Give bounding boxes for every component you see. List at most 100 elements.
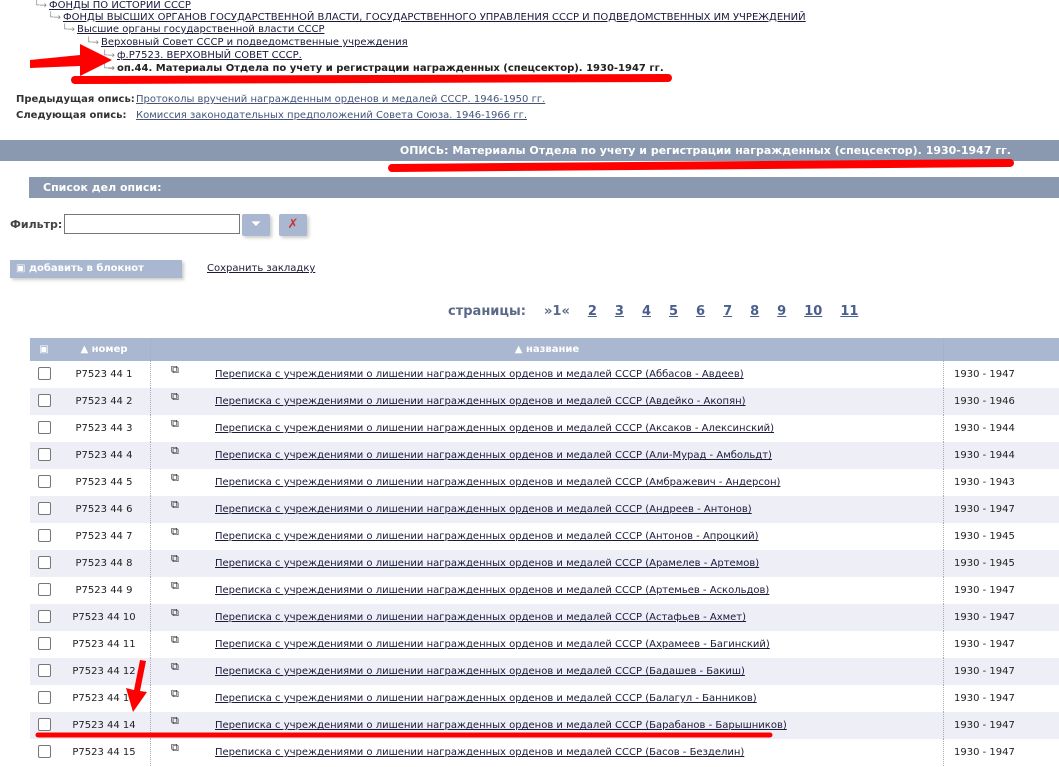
copy-icon[interactable]: ⧉ — [151, 390, 215, 404]
case-title-cell: ⧉ Переписка с учреждениями о лишении нагр… — [150, 604, 944, 631]
notebook-icon: ▣ — [39, 344, 49, 355]
page-link[interactable]: 6 — [696, 304, 705, 319]
sort-number-header[interactable]: ▲ номер — [58, 338, 151, 361]
next-inventory-link[interactable]: Комиссия законодательных предположений С… — [136, 110, 527, 121]
case-title-link[interactable]: Переписка с учреждениями о лишении награ… — [215, 396, 746, 407]
case-dates: 1930 - 1947 — [954, 369, 1015, 380]
copy-icon[interactable]: ⧉ — [151, 498, 215, 512]
page-link[interactable]: 4 — [642, 304, 651, 319]
case-title-link[interactable]: Переписка с учреждениями о лишении награ… — [215, 423, 774, 434]
clear-filter-button[interactable]: ✗ — [279, 214, 307, 236]
case-title-link[interactable]: Переписка с учреждениями о лишении награ… — [215, 531, 759, 542]
table-row: Р7523 44 4 ⧉ Переписка с учреждениями о л… — [30, 442, 1059, 469]
tree-link[interactable]: ФОНДЫ ВЫСШИХ ОРГАНОВ ГОСУДАРСТВЕННОЙ ВЛА… — [63, 12, 806, 23]
row-checkbox[interactable] — [37, 447, 51, 461]
table-row: Р7523 44 12 ⧉ Переписка с учреждениями о … — [30, 658, 1059, 685]
case-title-link[interactable]: Переписка с учреждениями о лишении награ… — [215, 693, 757, 704]
add-to-notebook-button[interactable]: ▣ добавить в блокнот — [10, 260, 182, 278]
case-dates: 1930 - 1945 — [943, 550, 1059, 577]
row-checkbox[interactable] — [37, 717, 51, 731]
row-checkbox[interactable] — [37, 636, 51, 650]
copy-icon[interactable]: ⧉ — [151, 687, 215, 701]
row-checkbox[interactable] — [37, 366, 51, 380]
case-title-link[interactable]: Переписка с учреждениями о лишении награ… — [215, 585, 769, 596]
list-title-bar: Список дел описи: — [29, 177, 1059, 198]
tree-connector-icon: └→ — [34, 1, 47, 11]
case-title-cell: ⧉ Переписка с учреждениями о лишении нагр… — [150, 469, 944, 496]
copy-icon[interactable]: ⧉ — [151, 633, 215, 647]
case-title-link[interactable]: Переписка с учреждениями о лишении награ… — [215, 450, 772, 461]
table-row: Р7523 44 5 ⧉ Переписка с учреждениями о л… — [30, 469, 1059, 496]
page-link[interactable]: 7 — [723, 304, 732, 319]
case-title-cell: ⧉ Переписка с учреждениями о лишении нагр… — [150, 658, 944, 685]
funnel-icon: ⏷ — [250, 217, 262, 232]
tree-link[interactable]: ф.Р7523. ВЕРХОВНЫЙ СОВЕТ СССР. — [117, 50, 302, 61]
case-title-cell: ⧉ Переписка с учреждениями о лишении нагр… — [150, 685, 944, 712]
case-number: Р7523 44 4 — [58, 442, 151, 469]
save-bookmark-link[interactable]: Сохранить закладку — [207, 263, 315, 274]
page-link[interactable]: 3 — [615, 304, 624, 319]
prev-inventory: Предыдущая опись:Протоколы вручений нагр… — [16, 94, 545, 105]
apply-filter-button[interactable]: ⏷ — [242, 214, 270, 236]
case-number: Р7523 44 10 — [58, 604, 151, 631]
case-title-link[interactable]: Переписка с учреждениями о лишении награ… — [215, 639, 770, 650]
filter-input[interactable] — [64, 214, 240, 234]
copy-icon[interactable]: ⧉ — [151, 552, 215, 566]
table-row: Р7523 44 9 ⧉ Переписка с учреждениями о л… — [30, 577, 1059, 604]
case-title-link[interactable]: Переписка с учреждениями о лишении награ… — [215, 747, 744, 758]
sort-title-header[interactable]: ▲ название — [150, 338, 944, 361]
copy-icon[interactable]: ⧉ — [151, 363, 215, 377]
page-link[interactable]: 5 — [669, 304, 678, 319]
prev-inventory-link[interactable]: Протоколы вручений награжденным орденов … — [136, 94, 545, 105]
case-dates: 1930 - 1947 — [954, 693, 1015, 704]
case-title-link[interactable]: Переписка с учреждениями о лишении награ… — [215, 477, 780, 488]
copy-icon[interactable]: ⧉ — [151, 525, 215, 539]
copy-icon[interactable]: ⧉ — [151, 714, 215, 728]
table-row: Р7523 44 10 ⧉ Переписка с учреждениями о … — [30, 604, 1059, 631]
page-link[interactable]: 10 — [804, 304, 822, 319]
table-row: Р7523 44 8 ⧉ Переписка с учреждениями о л… — [30, 550, 1059, 577]
row-checkbox[interactable] — [37, 501, 51, 515]
copy-icon[interactable]: ⧉ — [151, 471, 215, 485]
row-checkbox[interactable] — [37, 420, 51, 434]
row-checkbox[interactable] — [37, 582, 51, 596]
page-link[interactable]: 9 — [777, 304, 786, 319]
copy-icon[interactable]: ⧉ — [151, 660, 215, 674]
table-row: Р7523 44 7 ⧉ Переписка с учреждениями о л… — [30, 523, 1059, 550]
case-title-link[interactable]: Переписка с учреждениями о лишении награ… — [215, 666, 745, 677]
page-link[interactable]: 2 — [588, 304, 597, 319]
case-title-link[interactable]: Переписка с учреждениями о лишении награ… — [215, 369, 744, 380]
copy-icon[interactable]: ⧉ — [151, 444, 215, 458]
case-dates: 1930 - 1947 — [943, 604, 1059, 631]
case-title-link[interactable]: Переписка с учреждениями о лишении награ… — [215, 504, 752, 515]
row-checkbox[interactable] — [37, 744, 51, 758]
case-number: Р7523 44 13 — [58, 685, 151, 712]
select-all-header[interactable]: ▣ — [30, 338, 58, 361]
copy-icon[interactable]: ⧉ — [151, 741, 215, 755]
page-link[interactable]: 11 — [840, 304, 858, 319]
row-checkbox[interactable] — [37, 393, 51, 407]
row-checkbox[interactable] — [37, 609, 51, 623]
copy-icon[interactable]: ⧉ — [151, 606, 215, 620]
row-checkbox[interactable] — [37, 555, 51, 569]
table-row: Р7523 44 15 ⧉ Переписка с учреждениями о … — [30, 739, 1059, 766]
case-title-cell: ⧉ Переписка с учреждениями о лишении нагр… — [150, 712, 944, 739]
case-number: Р7523 44 1 — [58, 361, 151, 388]
case-title-link[interactable]: Переписка с учреждениями о лишении награ… — [215, 612, 746, 623]
row-checkbox[interactable] — [37, 474, 51, 488]
copy-icon[interactable]: ⧉ — [151, 579, 215, 593]
row-checkbox[interactable] — [37, 690, 51, 704]
case-number: Р7523 44 8 — [58, 550, 151, 577]
tree-current: оп.44. Материалы Отдела по учету и регис… — [116, 63, 664, 74]
row-checkbox[interactable] — [37, 663, 51, 677]
case-title-link[interactable]: Переписка с учреждениями о лишении награ… — [215, 720, 787, 731]
tree-connector-icon: └→ — [102, 51, 115, 61]
tree-link[interactable]: ФОНДЫ ПО ИСТОРИИ СССР — [49, 0, 191, 11]
tree-link[interactable]: Верховный Совет СССР и подведомственные … — [101, 37, 408, 48]
tree-link[interactable]: Высшие органы государственной власти ССС… — [77, 24, 325, 35]
case-title-link[interactable]: Переписка с учреждениями о лишении награ… — [215, 558, 759, 569]
copy-icon[interactable]: ⧉ — [151, 417, 215, 431]
row-checkbox[interactable] — [37, 528, 51, 542]
case-title-cell: ⧉ Переписка с учреждениями о лишении нагр… — [150, 496, 944, 523]
page-link[interactable]: 8 — [750, 304, 759, 319]
